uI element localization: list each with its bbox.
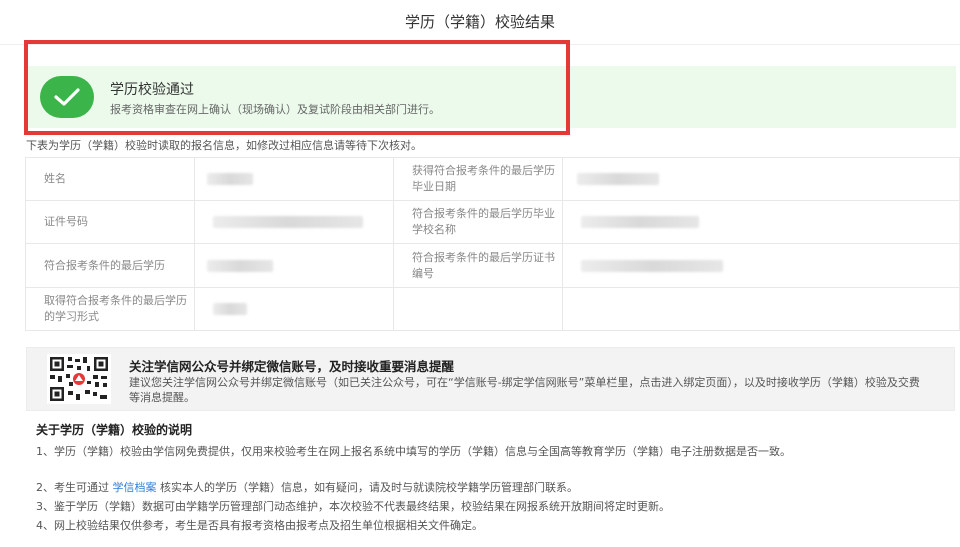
- note-4: 4、网上校验结果仅供参考，考生是否具有报考资格由报考点及招生单位根据相关文件确定…: [36, 519, 483, 532]
- page-title: 学历（学籍）校验结果: [0, 0, 960, 45]
- success-banner: 学历校验通过 报考资格审查在网上确认（现场确认）及复试阶段由相关部门进行。: [26, 66, 956, 128]
- label-study-form: 取得符合报考条件的最后学历的学习形式: [25, 287, 195, 331]
- label-empty: [393, 287, 563, 331]
- page-title-text: 学历（学籍）校验结果: [404, 13, 555, 31]
- note-2-after: 核实本人的学历（学籍）信息，如有疑问，请及时与就读院校学籍学历管理部门联系。: [160, 481, 578, 494]
- redacted-value: [207, 173, 253, 185]
- label-certificate-number: 符合报考条件的最后学历证书编号: [393, 243, 563, 288]
- registration-info-table: 姓名 获得符合报考条件的最后学历毕业日期 证件号码 符合报考条件的最后学历毕业学…: [25, 157, 960, 331]
- redacted-value: [213, 303, 247, 315]
- redacted-value: [577, 173, 659, 185]
- redacted-value: [581, 216, 699, 228]
- value-graduation-school: [562, 200, 960, 244]
- note-3: 3、鉴于学历（学籍）数据可由学籍学历管理部门动态维护，本次校验不代表最终结果，校…: [36, 500, 670, 513]
- wechat-title: 关注学信网公众号并绑定微信账号，及时接收重要消息提醒: [129, 359, 455, 374]
- check-circle-icon: [40, 76, 94, 118]
- value-graduation-date: [562, 157, 960, 201]
- note-1: 1、学历（学籍）校验由学信网免费提供，仅用来校验考生在网上报名系统中填写的学历（…: [36, 445, 791, 458]
- notes-title: 关于学历（学籍）校验的说明: [36, 423, 193, 437]
- value-id-number: [194, 200, 394, 244]
- table-row: 取得符合报考条件的最后学历的学习形式: [25, 287, 960, 331]
- qr-code-icon: [47, 354, 111, 404]
- label-id-number: 证件号码: [25, 200, 195, 244]
- value-study-form: [194, 287, 394, 331]
- redacted-value: [207, 259, 273, 272]
- value-certificate-number: [562, 243, 960, 288]
- note-2: 2、考生可通过 学信档案 核实本人的学历（学籍）信息，如有疑问，请及时与就读院校…: [36, 478, 948, 497]
- label-graduation-school: 符合报考条件的最后学历毕业学校名称: [393, 200, 563, 244]
- table-intro: 下表为学历（学籍）校验时读取的报名信息，如修改过相应信息请等待下次核对。: [26, 139, 422, 152]
- value-name: [194, 157, 394, 201]
- success-subtitle: 报考资格审查在网上确认（现场确认）及复试阶段由相关部门进行。: [110, 103, 440, 116]
- table-row: 符合报考条件的最后学历 符合报考条件的最后学历证书编号: [25, 243, 960, 288]
- value-empty: [562, 287, 960, 331]
- note-2-before: 2、考生可通过: [36, 481, 109, 494]
- table-row: 证件号码 符合报考条件的最后学历毕业学校名称: [25, 200, 960, 244]
- value-education-level: [194, 243, 394, 288]
- label-graduation-date: 获得符合报考条件的最后学历毕业日期: [393, 157, 563, 201]
- label-education-level: 符合报考条件的最后学历: [25, 243, 195, 288]
- success-title: 学历校验通过: [110, 82, 194, 98]
- table-row: 姓名 获得符合报考条件的最后学历毕业日期: [25, 157, 960, 201]
- xuexin-archive-link[interactable]: 学信档案: [113, 481, 157, 494]
- wechat-description: 建议您关注学信网公众号并绑定微信账号（如已关注公众号，可在“学信账号-绑定学信网…: [129, 376, 920, 404]
- label-name: 姓名: [25, 157, 195, 201]
- redacted-value: [213, 216, 363, 228]
- checkmark-icon: [54, 88, 80, 106]
- wechat-follow-notice: 关注学信网公众号并绑定微信账号，及时接收重要消息提醒 建议您关注学信网公众号并绑…: [26, 347, 955, 411]
- redacted-value: [581, 259, 723, 272]
